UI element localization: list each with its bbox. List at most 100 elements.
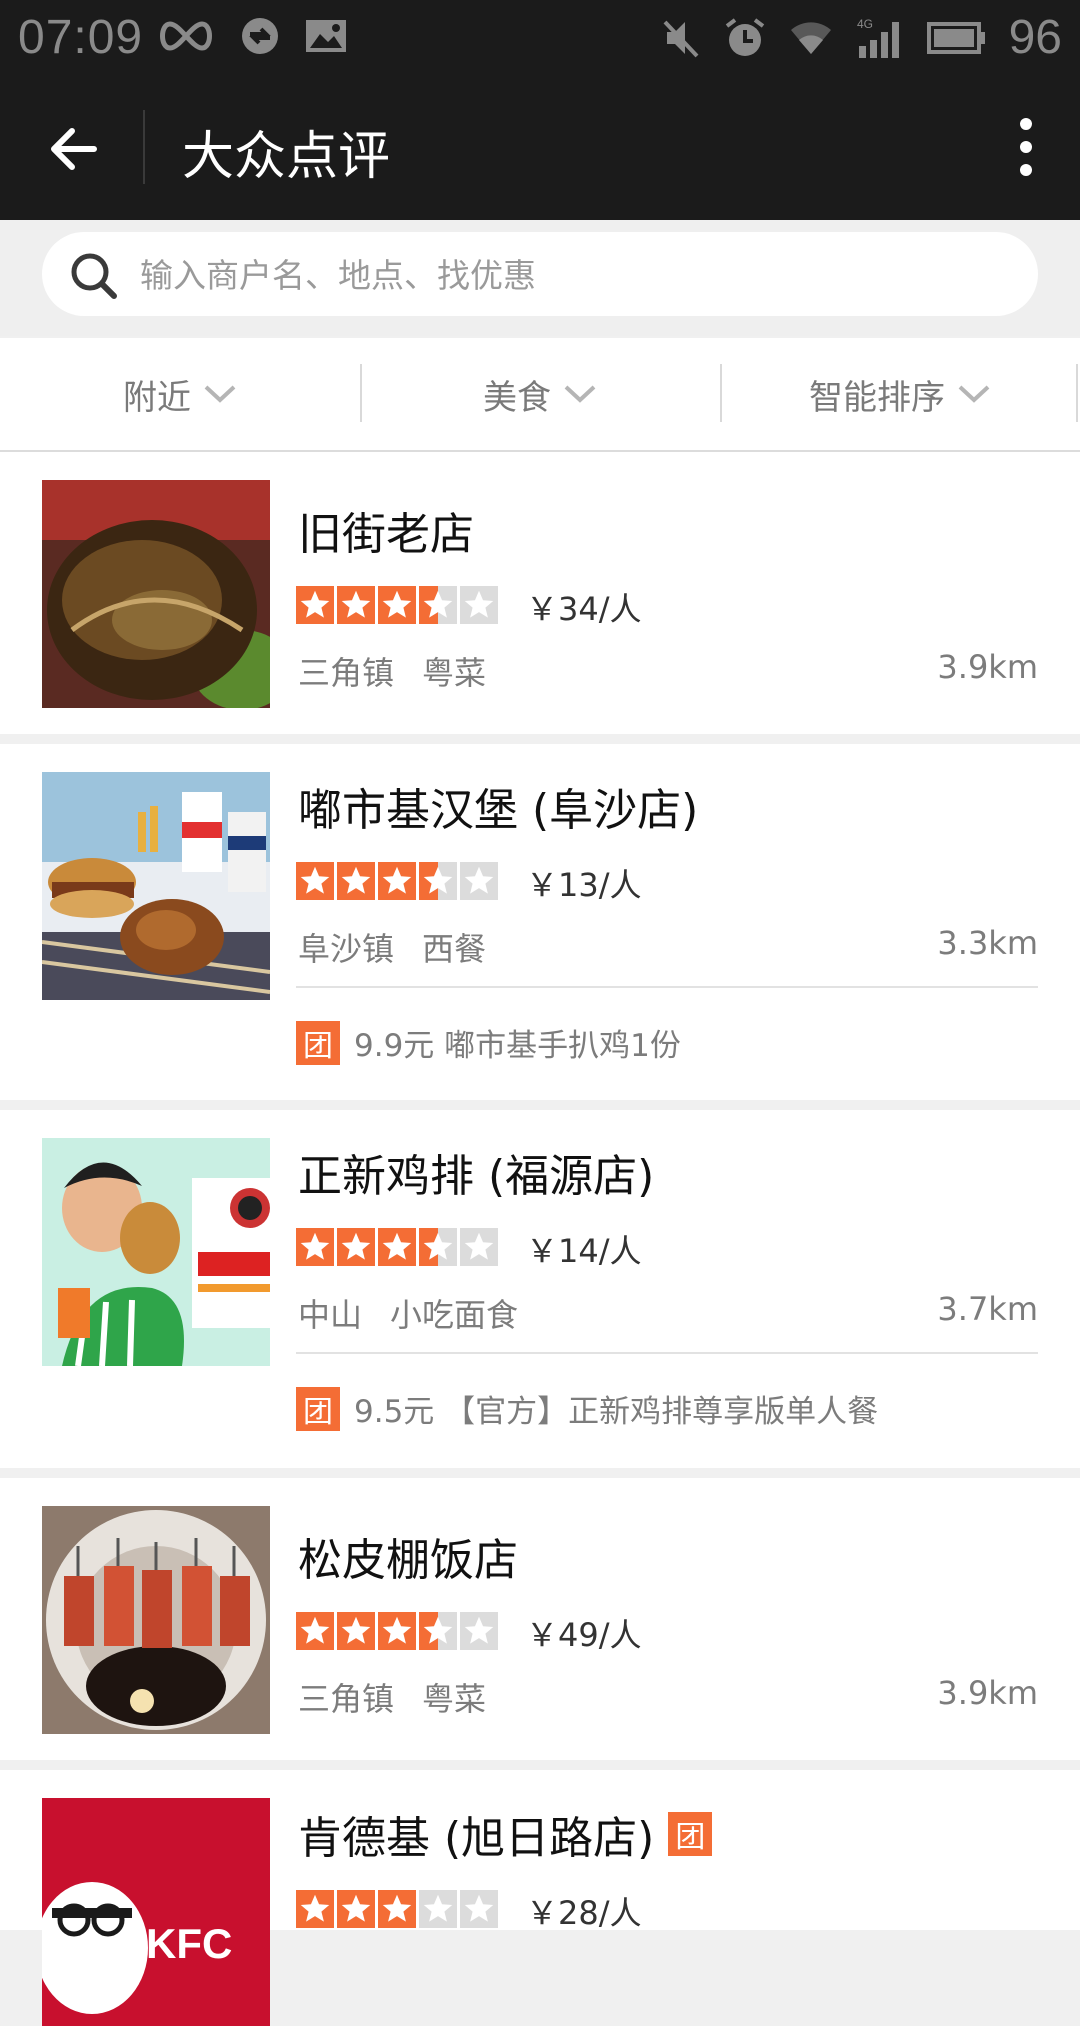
star-icon (378, 862, 416, 900)
merchant-category: 小吃面食 (390, 1296, 519, 1334)
merchant-area: 中山 (298, 1296, 363, 1334)
filter-sort[interactable]: 智能排序 (720, 338, 1080, 450)
filter-label: 附近 (123, 377, 191, 418)
deal-divider (296, 986, 1038, 988)
merchant-card[interactable]: 正新鸡排 (福源店) ￥14/人 中山 小吃面食 3.7km 团 9.5元 【官方… (0, 1110, 1080, 1468)
app-bar-divider (143, 110, 145, 184)
star-icon (419, 1228, 457, 1266)
merchant-area: 三角镇 (298, 654, 395, 692)
merchant-name-row: 肯德基 (旭日路店) 团 (298, 1802, 713, 1866)
rating-stars (296, 1612, 498, 1650)
star-icon (419, 1612, 457, 1650)
merchant-list: 旧街老店 ￥34/人 三角镇 粤菜 3.9km 嘟市基汉堡 (阜沙店) ￥13/… (0, 452, 1080, 2026)
filter-nearby[interactable]: 附近 (0, 338, 360, 450)
group-buy-badge: 团 (296, 1020, 340, 1065)
star-icon (460, 1228, 498, 1266)
star-icon (337, 586, 375, 624)
kfc-logo-text: KFC (146, 1920, 232, 1967)
merchant-photo (42, 772, 270, 1000)
deal-text: 9.9元 嘟市基手扒鸡1份 (354, 1028, 681, 1064)
star-icon (337, 1228, 375, 1266)
star-icon (378, 1228, 416, 1266)
merchant-photo (42, 480, 270, 708)
avg-price: ￥28/人 (526, 1894, 642, 1932)
chevron-down-icon (564, 385, 596, 403)
star-icon (460, 1890, 498, 1928)
merchant-name: 嘟市基汉堡 (阜沙店) (298, 785, 699, 836)
merchant-distance: 3.3km (937, 924, 1038, 962)
star-icon (419, 1890, 457, 1928)
star-icon (378, 586, 416, 624)
battery-icon (926, 21, 985, 54)
search-input[interactable] (138, 244, 1002, 306)
deal-divider (296, 1352, 1038, 1354)
merchant-name: 肯德基 (旭日路店) (298, 1813, 655, 1864)
star-icon (460, 586, 498, 624)
rating-stars (296, 1228, 498, 1266)
star-icon (296, 1228, 334, 1266)
search-area (0, 220, 1080, 336)
merchant-photo: KFC (42, 1798, 270, 2026)
rating-stars (296, 1890, 498, 1928)
star-icon (378, 1890, 416, 1928)
rating-stars (296, 862, 498, 900)
filter-label: 美食 (483, 377, 551, 418)
merchant-meta: 三角镇 粤菜 (298, 1674, 486, 1720)
deal-text: 9.5元 【官方】正新鸡排尊享版单人餐 (354, 1394, 879, 1430)
merchant-meta: 中山 小吃面食 (298, 1290, 518, 1336)
star-icon (296, 862, 334, 900)
merchant-area: 三角镇 (298, 1680, 395, 1718)
infinity-icon (160, 21, 212, 51)
status-bar: 07:09 4G 96 (0, 0, 1080, 76)
star-icon (337, 862, 375, 900)
more-options-icon[interactable] (1016, 116, 1036, 178)
filter-bar: 附近 美食 智能排序 (0, 338, 1080, 452)
star-icon (296, 586, 334, 624)
app-bar: 大众点评 (0, 76, 1080, 220)
merchant-name: 正新鸡排 (福源店) (298, 1151, 655, 1202)
merchant-name: 旧街老店 (298, 509, 474, 560)
avg-price: ￥49/人 (526, 1616, 642, 1654)
merchant-card[interactable]: 嘟市基汉堡 (阜沙店) ￥13/人 阜沙镇 西餐 3.3km 团 9.9元 嘟市基… (0, 744, 1080, 1100)
group-deal[interactable]: 团 9.9元 嘟市基手扒鸡1份 (296, 1020, 681, 1065)
merchant-card[interactable]: 旧街老店 ￥34/人 三角镇 粤菜 3.9km (0, 452, 1080, 734)
group-deal[interactable]: 团 9.5元 【官方】正新鸡排尊享版单人餐 (296, 1386, 878, 1431)
mute-icon (663, 20, 699, 57)
star-icon (419, 586, 457, 624)
sync-icon (242, 18, 278, 54)
merchant-meta: 三角镇 粤菜 (298, 648, 486, 694)
merchant-card[interactable]: 松皮棚饭店 ￥49/人 三角镇 粤菜 3.9km (0, 1478, 1080, 1760)
avg-price: ￥13/人 (526, 866, 642, 904)
filter-label: 智能排序 (809, 377, 945, 418)
merchant-distance: 3.9km (937, 648, 1038, 686)
merchant-distance: 3.9km (937, 1674, 1038, 1712)
merchant-photo (42, 1506, 270, 1734)
svg-text:4G: 4G (857, 17, 873, 31)
status-time: 07:09 (18, 11, 144, 64)
search-icon (71, 253, 117, 299)
star-icon (419, 862, 457, 900)
star-icon (296, 1612, 334, 1650)
avg-price: ￥34/人 (526, 590, 642, 628)
merchant-area: 阜沙镇 (298, 930, 395, 968)
merchant-photo (42, 1138, 270, 1366)
star-icon (337, 1890, 375, 1928)
star-icon (296, 1890, 334, 1928)
image-icon (306, 20, 346, 52)
status-right-icons: 4G 96 (661, 10, 1062, 65)
wifi-icon (790, 21, 831, 54)
back-arrow-icon[interactable] (46, 122, 100, 176)
merchant-category: 粤菜 (422, 654, 487, 692)
filter-cuisine[interactable]: 美食 (360, 338, 720, 450)
alarm-icon (725, 17, 764, 56)
merchant-category: 粤菜 (422, 1680, 487, 1718)
star-icon (378, 1612, 416, 1650)
status-left-icons (156, 14, 348, 58)
star-icon (337, 1612, 375, 1650)
merchant-card[interactable]: KFC 肯德基 (旭日路店) 团 ￥28/人 (0, 1770, 1080, 2026)
search-box[interactable] (42, 232, 1038, 316)
avg-price: ￥14/人 (526, 1232, 642, 1270)
star-icon (460, 1612, 498, 1650)
merchant-category: 西餐 (422, 930, 487, 968)
chevron-down-icon (204, 385, 236, 403)
